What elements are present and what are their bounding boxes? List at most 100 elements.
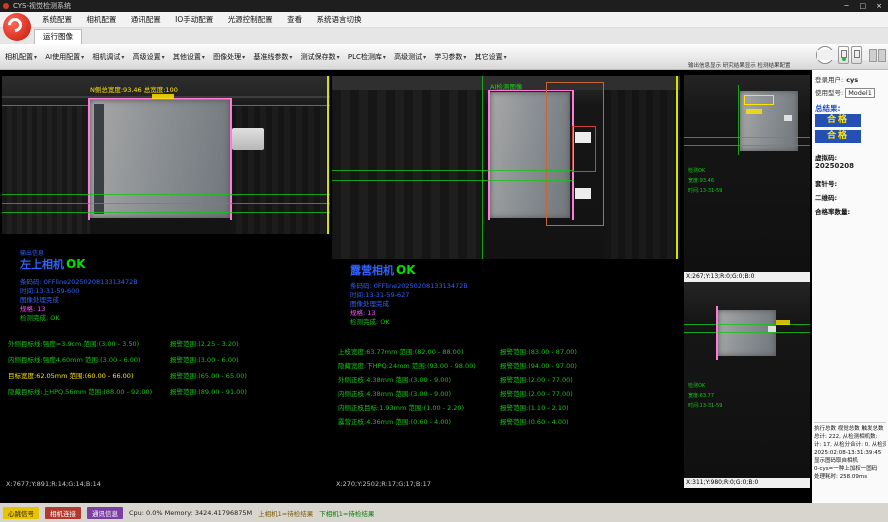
measurement-name: 内侧目标线:强度4.60mm 范围:(3.00 - 6.00) (8, 354, 168, 364)
measurement-row: 外侧正枝:4.38mm 范围:(3.00 - 9.00) 报警范围:(2.00 … (338, 374, 658, 384)
measure-line-green (2, 194, 330, 195)
measurement-name: 隐藏宽度:下HPQ:24mm 范围:(93.00 - 98.00) (338, 360, 498, 370)
toolbar-camera-config[interactable]: 相机配置▾ (2, 44, 40, 70)
preview-text: 检测OK (688, 382, 705, 389)
measurement-row: 外侧目标线:强度=3.9cm 范围:(3.00 - 3.50) 报警范围:(2.… (8, 338, 328, 348)
machine-texture (230, 106, 330, 234)
menu-view[interactable]: 查看 (281, 12, 308, 28)
measure-line-green (332, 170, 574, 171)
left-camera-image[interactable]: N侧总宽度:93.46 总宽度:100 (2, 76, 330, 234)
edge-line-yellow (327, 76, 329, 234)
chevron-down-icon: ▾ (121, 54, 124, 61)
preview-camera-bottom[interactable]: 检测OK 宽度:63.77 时间:13-31-59 (684, 282, 810, 478)
application-window: CYS-视觉检测系统 ─ □ × 系统配置 相机配置 通讯配置 IO手动配置 光… (0, 0, 888, 522)
result-badge: 合格 (815, 130, 861, 143)
measure-line-green (2, 203, 330, 204)
measurement-alarm: 报警范围:(2.00 - 77.00) (500, 374, 573, 384)
pixel-readout: X:311;Y:980;R:0;G:0;B:0 (684, 478, 810, 488)
machine-texture (604, 90, 680, 259)
toolbar-baseline-params[interactable]: 基准线参数▾ (250, 44, 295, 70)
marker-yellow (152, 94, 174, 99)
machine-texture (2, 106, 90, 234)
chevron-down-icon: ▾ (162, 54, 165, 61)
toolbar-advanced-settings[interactable]: 高级设置▾ (130, 44, 168, 70)
toolbar-test-save[interactable]: 测试保存数▾ (298, 44, 343, 70)
camera-result-title: 露营相机OK (350, 262, 416, 278)
model-label: 使用型号: (815, 89, 843, 97)
edge-line-yellow (676, 76, 678, 259)
measurement-name: 上枝宽度:63.77mm 范围:(82.00 - 88.00) (338, 346, 498, 356)
toolbar-misc-settings[interactable]: 其它设置▾ (472, 44, 510, 70)
pause-button[interactable] (816, 46, 834, 64)
stats-block: 执行总数 视觉总数 触发总数 总计: 222, 从检测相机数: 计: 17, 从… (814, 422, 886, 481)
qr-label: 二维码: (815, 192, 837, 202)
toolbar-learn-params[interactable]: 学习参数▾ (431, 44, 469, 70)
right-camera-image[interactable]: AI检测图像 (332, 76, 680, 259)
close-button[interactable]: × (872, 0, 886, 12)
minimize-button[interactable]: ─ (840, 0, 854, 12)
chevron-down-icon: ▾ (289, 54, 292, 61)
total-result-label: 总结果: (815, 103, 841, 114)
measurement-alarm: 报警范围:(94.00 - 97.00) (500, 360, 577, 370)
toolbar-label: 高级测试 (394, 53, 422, 61)
camera-status-badge: 相机连接 (45, 507, 81, 519)
chevron-down-icon: ▾ (242, 54, 245, 61)
result-panel: 登录用户:cys 使用型号:Model1 总结果: 合格 合格 虚拟码: 202… (812, 70, 888, 503)
guide-line-green (482, 76, 483, 259)
toolbar-items: 相机配置▾ AI使用配置▾ 相机调试▾ 高级设置▾ 其他设置▾ 图像处理▾ 基准… (2, 44, 602, 70)
toolbar-ai-config[interactable]: AI使用配置▾ (42, 44, 87, 70)
maximize-button[interactable]: □ (856, 0, 870, 12)
preview-camera-top[interactable]: 检测OK 宽度:93.46 时间:13-31-59 (684, 75, 810, 272)
measurement-alarm: 报警范围:(3.00 - 6.00) (170, 354, 239, 364)
comm-status-badge: 通讯信息 (87, 507, 123, 519)
menu-comm-config[interactable]: 通讯配置 (125, 12, 167, 28)
menu-light-control-config[interactable]: 光源控制配置 (222, 12, 279, 28)
preview-text: 检测OK (688, 167, 705, 174)
menu-system-config[interactable]: 系统配置 (36, 12, 78, 28)
camera-b-button[interactable] (851, 46, 862, 64)
app-logo (3, 13, 31, 41)
measurement-row: 露营正枝:4.36mm 范围:(0.60 - 4.00) 报警范围:(0.60 … (338, 416, 658, 426)
measurement-row: 隐藏目标线:上HPQ.56mm 范围:(88.00 - 92.00) 报警范围:… (8, 386, 328, 396)
measurement-row: 内侧正枝目标:1.93mm 范围:(1.00 - 2.20) 报警范围:(1.1… (338, 402, 658, 412)
login-user-label: 登录用户: (815, 76, 843, 84)
connector-part (232, 128, 264, 150)
measurement-alarm: 报警范围:(0.60 - 4.00) (500, 416, 569, 426)
tab-run-image[interactable]: 运行图像 (34, 29, 82, 44)
menu-camera-config[interactable]: 相机配置 (80, 12, 122, 28)
toolbar-label: 相机配置 (5, 53, 33, 61)
bright-spot (575, 188, 591, 199)
status-bar: 心跳信号 相机连接 通讯信息 Cpu: 0.0% Memory: 3424.41… (0, 503, 888, 522)
tool-button-1[interactable] (869, 49, 877, 62)
toolbar-other-settings[interactable]: 其他设置▾ (170, 44, 208, 70)
toolbar-image-process[interactable]: 图像处理▾ (210, 44, 248, 70)
menu-io-manual-config[interactable]: IO手动配置 (169, 12, 219, 28)
measurement-row: 目标宽度:62.05mm 范围:(60.00 - 66.00) 报警范围:(65… (8, 370, 328, 380)
roi-line-magenta (230, 98, 232, 220)
measurement-alarm: 报警范围:(1.10 - 2.10) (500, 402, 569, 412)
measurement-row: 隐藏宽度:下HPQ:24mm 范围:(93.00 - 98.00) 报警范围:(… (338, 360, 658, 370)
pixel-readout: X:7677;Y:891;R:14;G:14;B:14 (6, 480, 101, 488)
left-camera-view: N侧总宽度:93.46 总宽度:100 输出信息 左上相机OK 条码码: 0FF… (2, 70, 330, 488)
toolbar-advanced-test[interactable]: 高级测试▾ (391, 44, 429, 70)
toolbar-plc-library[interactable]: PLC检测库▾ (345, 44, 389, 70)
measurement-name: 内侧正枝:4.38mm 范围:(3.00 - 9.00) (338, 388, 498, 398)
bright-spot (575, 132, 591, 143)
toolbar-camera-debug[interactable]: 相机调试▾ (89, 44, 127, 70)
cpu-memory-readout: Cpu: 0.0% Memory: 3424.41796875M (129, 509, 252, 517)
camera-name: 左上相机 (20, 258, 64, 271)
model-select[interactable]: Model1 (845, 88, 875, 98)
info-header: 输出信息显示 研究结果显示 检测结果配置 (688, 61, 812, 69)
camera-name: 露营相机 (350, 264, 394, 277)
app-icon (3, 3, 9, 9)
tool-button-2[interactable] (878, 49, 886, 62)
serial-label: 虚拟码: (815, 152, 837, 162)
measurement-name: 外侧正枝:4.38mm 范围:(3.00 - 9.00) (338, 374, 498, 384)
logo-swirl-icon (5, 15, 25, 35)
menu-language-switch[interactable]: 系统语言切换 (310, 12, 367, 28)
stats-line: 执行总数 视觉总数 触发总数 (814, 425, 886, 433)
marker-yellow (776, 320, 790, 325)
camera-a-button[interactable] (838, 46, 849, 64)
menu-bar: 系统配置 相机配置 通讯配置 IO手动配置 光源控制配置 查看 系统语言切换 (0, 12, 888, 28)
roi-rect-yellow (744, 95, 774, 105)
